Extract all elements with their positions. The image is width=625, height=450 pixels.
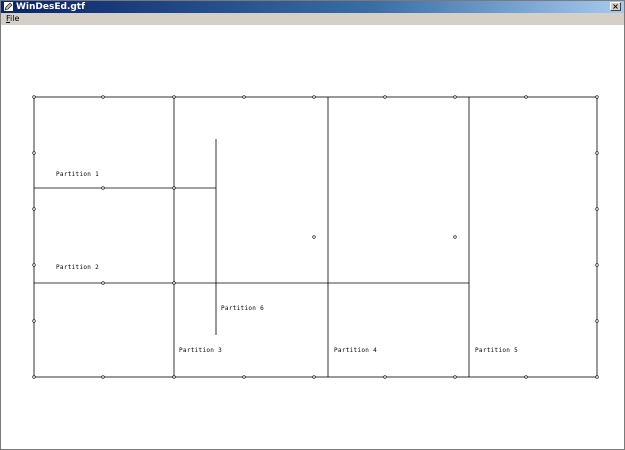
- handle[interactable]: [595, 319, 599, 323]
- handle[interactable]: [383, 375, 387, 379]
- handle[interactable]: [32, 263, 36, 267]
- handle[interactable]: [172, 281, 176, 285]
- design-canvas[interactable]: Partition 1 Partition 2 Partition 3 Part…: [1, 25, 624, 449]
- handle[interactable]: [172, 186, 176, 190]
- handle[interactable]: [595, 263, 599, 267]
- handle[interactable]: [32, 207, 36, 211]
- partition-5-label[interactable]: Partition 5: [475, 347, 518, 354]
- partition-2-label[interactable]: Partition 2: [56, 264, 99, 271]
- handle[interactable]: [32, 375, 36, 379]
- menu-file-rest: ile: [10, 14, 20, 23]
- menu-bar: File: [1, 13, 624, 25]
- window-title: WinDesEd.gtf: [16, 2, 86, 12]
- partition-4-label[interactable]: Partition 4: [334, 347, 377, 354]
- handle[interactable]: [242, 375, 246, 379]
- handle[interactable]: [595, 95, 599, 99]
- partition-6-label[interactable]: Partition 6: [221, 305, 264, 312]
- handle[interactable]: [101, 281, 105, 285]
- handle[interactable]: [383, 95, 387, 99]
- handle[interactable]: [312, 95, 316, 99]
- handle[interactable]: [595, 375, 599, 379]
- menu-file[interactable]: File: [6, 13, 19, 25]
- handle[interactable]: [453, 375, 457, 379]
- handle[interactable]: [32, 319, 36, 323]
- close-button[interactable]: ×: [610, 2, 621, 11]
- handle[interactable]: [101, 95, 105, 99]
- handle[interactable]: [595, 151, 599, 155]
- handle[interactable]: [242, 95, 246, 99]
- handle[interactable]: [595, 207, 599, 211]
- handle[interactable]: [453, 235, 457, 239]
- title-bar[interactable]: WinDesEd.gtf ×: [1, 1, 624, 13]
- handle[interactable]: [101, 186, 105, 190]
- partition-3-label[interactable]: Partition 3: [179, 347, 222, 354]
- handle[interactable]: [312, 375, 316, 379]
- handle[interactable]: [524, 375, 528, 379]
- handle[interactable]: [312, 235, 316, 239]
- handle[interactable]: [101, 375, 105, 379]
- handles: [32, 95, 599, 379]
- handle[interactable]: [453, 95, 457, 99]
- pencil-icon: [4, 2, 13, 11]
- handle[interactable]: [172, 375, 176, 379]
- handle[interactable]: [32, 151, 36, 155]
- handle[interactable]: [172, 95, 176, 99]
- handle[interactable]: [524, 95, 528, 99]
- app-window: WinDesEd.gtf × File Partition 1 Partitio…: [0, 0, 625, 450]
- handle[interactable]: [32, 95, 36, 99]
- partition-1-label[interactable]: Partition 1: [56, 171, 99, 178]
